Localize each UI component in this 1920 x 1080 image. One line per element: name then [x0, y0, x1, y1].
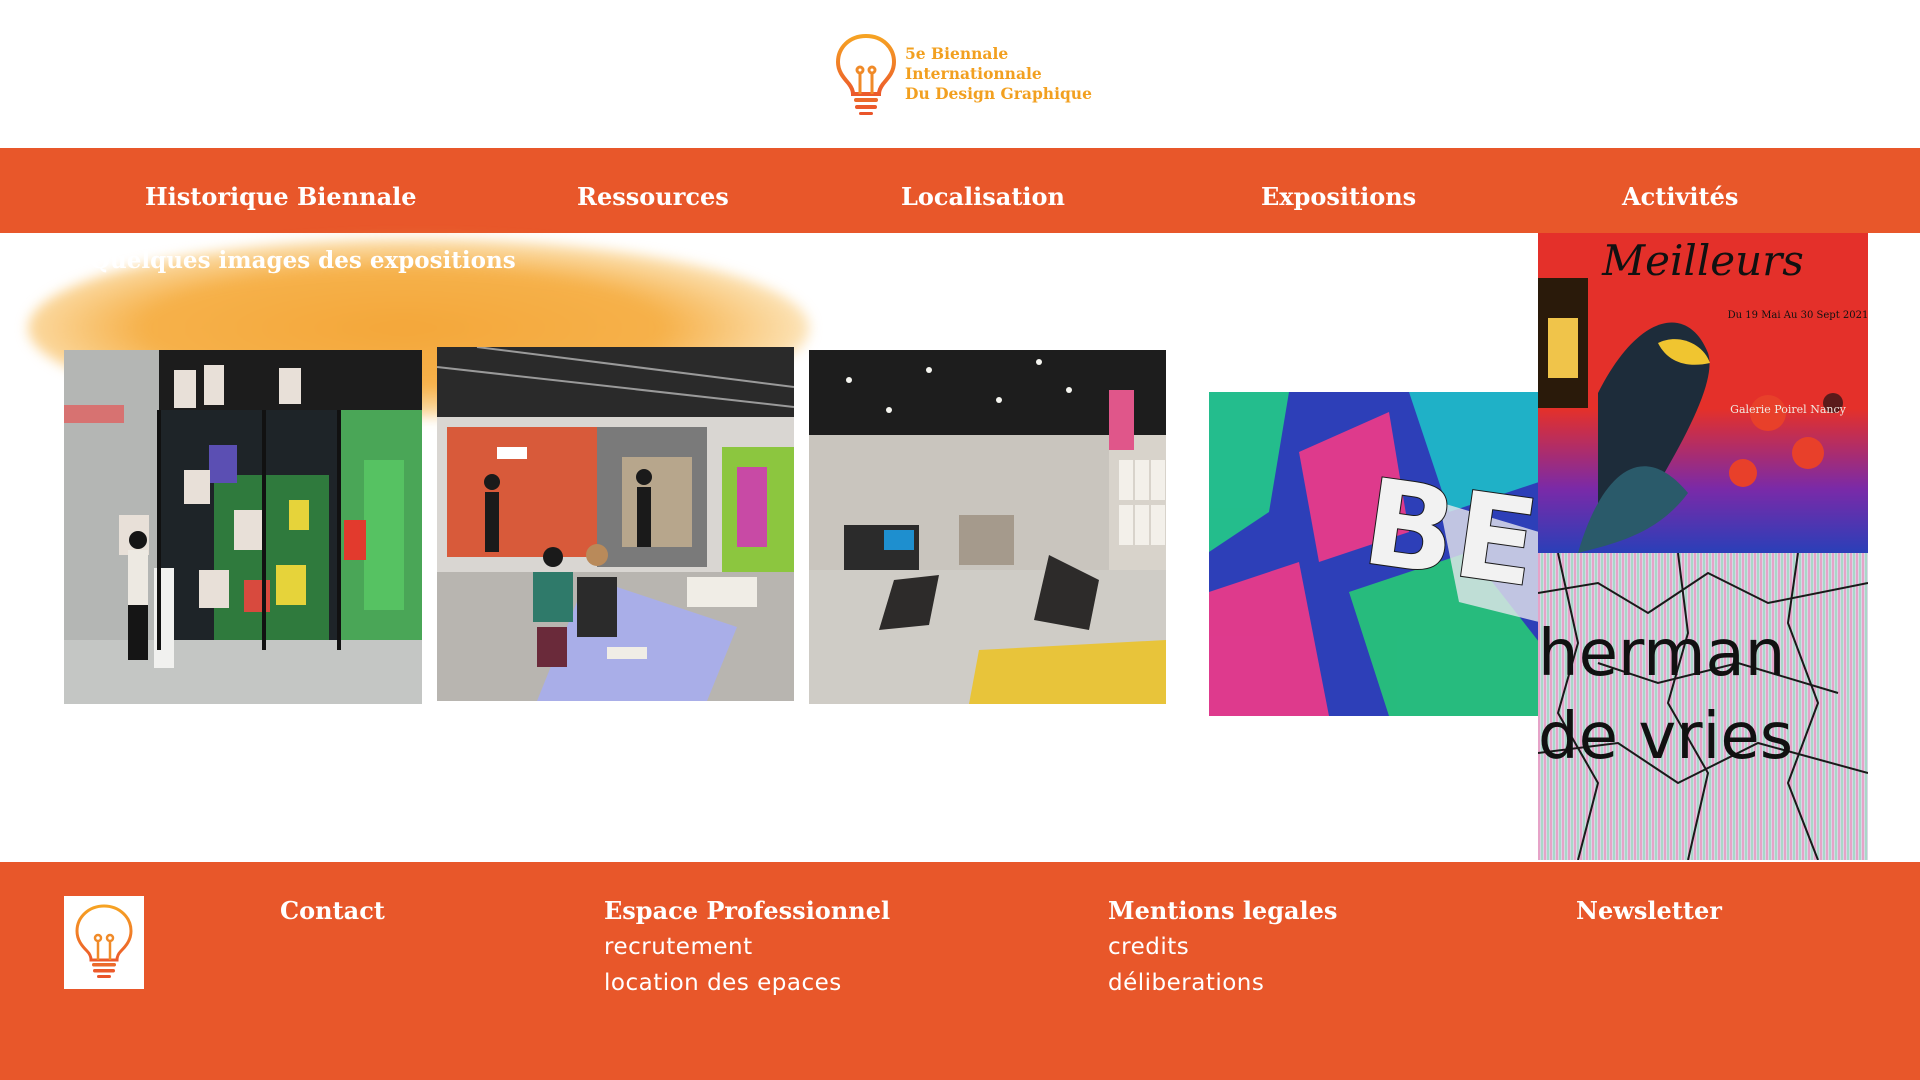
poster-meilleurs-title: Meilleurs [1601, 236, 1804, 285]
poster-meilleurs-venue: Galerie Poirel Nancy [1730, 403, 1846, 416]
logo-line-3: Du Design Graphique [905, 84, 1092, 103]
poster-herman-de-vries[interactable]: herman de vries [1538, 553, 1868, 860]
logo-line-1: 5e Biennale [905, 44, 1009, 63]
section-title: Quelques images des expositions [90, 247, 516, 274]
footer-newsletter[interactable]: Newsletter [1576, 896, 1722, 925]
poster-meilleurs[interactable]: Meilleurs Du 19 Mai Au 30 Sept 2021 Gale… [1538, 233, 1868, 553]
footer-pro-title[interactable]: Espace Professionnel [604, 896, 890, 925]
footer: Contact Espace Professionnel recrutement… [0, 862, 1920, 1080]
logo-line-2: Internationnale [905, 64, 1042, 83]
main-nav: Historique Biennale Ressources Localisat… [0, 148, 1920, 233]
footer-link-recrutement[interactable]: recrutement [604, 934, 753, 960]
exhibition-photo-entrance[interactable] [64, 350, 422, 704]
nav-expositions[interactable]: Expositions [1261, 148, 1416, 233]
nav-activites[interactable]: Activités [1622, 148, 1738, 233]
footer-contact[interactable]: Contact [280, 896, 385, 925]
nav-historique[interactable]: Historique Biennale [145, 148, 417, 233]
poster-herman-line-1: herman [1538, 617, 1785, 691]
exhibition-photo-reading-room[interactable] [437, 347, 794, 701]
nav-localisation[interactable]: Localisation [901, 148, 1065, 233]
footer-link-credits[interactable]: credits [1108, 934, 1189, 960]
footer-legal-title[interactable]: Mentions legales [1108, 896, 1337, 925]
footer-link-location[interactable]: location des epaces [604, 970, 842, 996]
exhibition-photo-gallery-hall[interactable] [809, 350, 1166, 704]
footer-link-deliberations[interactable]: déliberations [1108, 970, 1264, 996]
site-logo[interactable]: 5e Biennale Internationnale Du Design Gr… [833, 30, 1103, 120]
lightbulb-icon [75, 904, 133, 978]
poster-herman-line-2: de vries [1538, 700, 1793, 774]
poster-bel-ete[interactable]: BEL ÉTÉ [1209, 392, 1539, 716]
nav-ressources[interactable]: Ressources [577, 148, 729, 233]
poster-meilleurs-dates: Du 19 Mai Au 30 Sept 2021 [1728, 310, 1868, 321]
logo-text: 5e Biennale Internationnale Du Design Gr… [905, 44, 1092, 104]
footer-logo[interactable] [64, 896, 144, 989]
lightbulb-icon [835, 33, 897, 115]
